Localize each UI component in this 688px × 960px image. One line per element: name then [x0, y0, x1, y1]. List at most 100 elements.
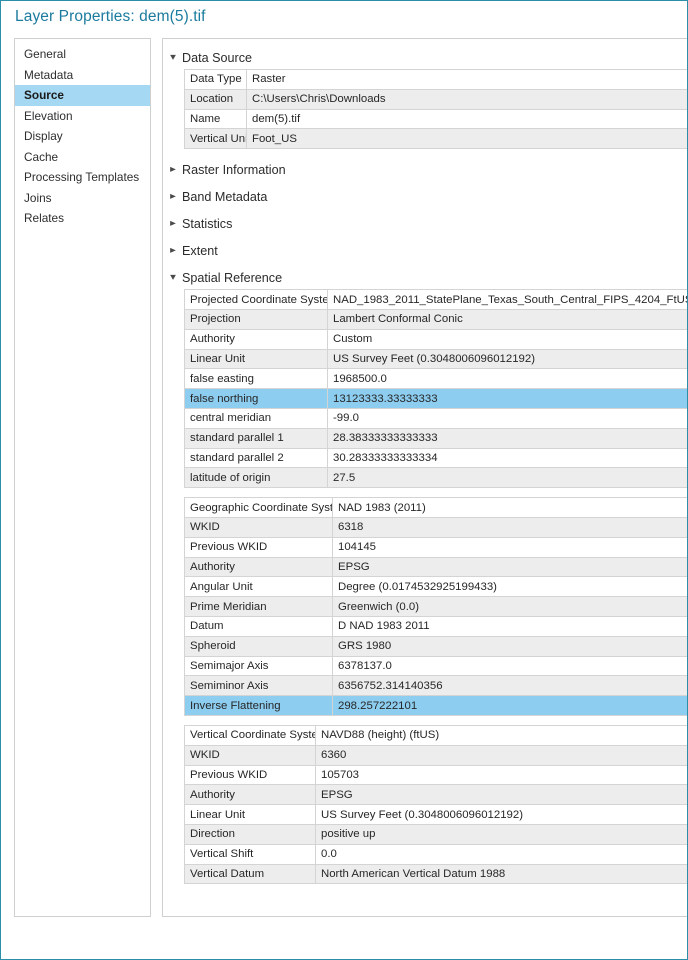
property-key: Vertical Shift — [184, 843, 316, 865]
section-header-raster-information[interactable]: ▸ Raster Information — [163, 159, 687, 180]
property-value: 30.28333333333334 — [327, 447, 687, 469]
sidebar-item-elevation[interactable]: Elevation — [15, 106, 150, 127]
table-row[interactable]: Spheroid GRS 1980 — [184, 635, 687, 657]
section-header-extent[interactable]: ▸ Extent — [163, 240, 687, 261]
property-key: WKID — [184, 516, 333, 538]
table-row[interactable]: Vertical Shift 0.0 — [184, 843, 687, 865]
table-row[interactable]: central meridian -99.0 — [184, 407, 687, 429]
property-key: Linear Unit — [184, 804, 316, 825]
sidebar-item-label: Source — [24, 88, 64, 102]
table-row[interactable]: Angular Unit Degree (0.0174532925199433) — [184, 576, 687, 598]
table-row[interactable]: Semiminor Axis 6356752.314140356 — [184, 675, 687, 697]
table-row[interactable]: WKID 6318 — [184, 516, 687, 538]
table-row[interactable]: Projection Lambert Conformal Conic — [184, 308, 687, 330]
sidebar-item-processing-templates[interactable]: Processing Templates — [15, 167, 150, 188]
property-key: Geographic Coordinate System — [184, 497, 333, 518]
section-title-band-metadata: Band Metadata — [182, 189, 268, 204]
property-key: Authority — [184, 328, 328, 350]
geographic-coordinate-system-table: Geographic Coordinate SystemNAD 1983 (20… — [184, 497, 687, 716]
property-key: Location — [184, 88, 247, 110]
chevron-right-icon[interactable]: ▸ — [165, 245, 181, 256]
sidebar-item-cache[interactable]: Cache — [15, 147, 150, 168]
table-row[interactable]: Linear Unit US Survey Feet (0.30480060960… — [184, 804, 687, 825]
property-key: standard parallel 2 — [184, 447, 328, 469]
property-key: Authority — [184, 556, 333, 578]
table-row[interactable]: Datum D NAD 1983 2011 — [184, 615, 687, 637]
property-value: NAD 1983 (2011) — [332, 497, 687, 518]
property-value: -99.0 — [327, 407, 687, 429]
table-row[interactable]: Name dem(5).tif — [184, 108, 687, 130]
property-value: 6378137.0 — [332, 655, 687, 677]
section-header-data-source[interactable]: ▾ Data Source — [163, 47, 687, 68]
property-key: Angular Unit — [184, 576, 333, 598]
sidebar-item-label: Cache — [24, 149, 59, 164]
table-row[interactable]: Vertical UnitsFoot_US — [184, 128, 687, 150]
table-row[interactable]: Geographic Coordinate SystemNAD 1983 (20… — [184, 497, 687, 518]
chevron-down-icon[interactable]: ▾ — [165, 272, 181, 283]
sidebar-item-source[interactable]: Source — [15, 85, 150, 106]
table-row[interactable]: Semimajor Axis 6378137.0 — [184, 655, 687, 677]
table-row[interactable]: Prime Meridian Greenwich (0.0) — [184, 596, 687, 617]
sidebar-nav: General Metadata Source Elevation Display Cac… — [14, 38, 151, 917]
table-row[interactable]: Projected Coordinate System NAD_1983_2011… — [184, 289, 687, 310]
property-key: WKID — [184, 744, 316, 766]
table-row[interactable]: Vertical Coordinate System NAVD88 (height… — [184, 724, 687, 746]
dialog-titlebar: Layer Properties: dem(5).tif — [1, 1, 687, 35]
table-row[interactable]: standard parallel 2 30.28333333333334 — [184, 447, 687, 469]
sidebar-item-general[interactable]: General — [15, 44, 150, 65]
property-key: Inverse Flattening — [184, 695, 333, 716]
table-row[interactable]: latitude of origin 27.5 — [184, 467, 687, 489]
section-header-spatial-reference[interactable]: ▾ Spatial Reference — [163, 267, 687, 288]
dialog-body: General Metadata Source Elevation Display Cac… — [1, 35, 687, 959]
sidebar-item-label: Processing Templates — [24, 170, 140, 184]
property-key: false northing — [184, 388, 328, 409]
section-title-statistics: Statistics — [182, 216, 233, 231]
property-value: dem(5).tif — [246, 108, 687, 130]
sidebar-item-label: Display — [24, 129, 63, 143]
chevron-right-icon[interactable]: ▸ — [165, 191, 181, 202]
table-row[interactable]: Data Type Raster — [184, 69, 687, 90]
table-row[interactable]: Authority Custom — [184, 328, 687, 350]
source-content-panel[interactable]: ▾ Data Source Data Type Raster Location C:\… — [162, 38, 687, 917]
sidebar-item-relates[interactable]: Relates — [15, 208, 150, 229]
property-value: 6356752.314140356 — [332, 675, 687, 697]
table-row[interactable]: Direction positive up — [184, 823, 687, 845]
table-row[interactable]: false easting 1968500.0 — [184, 368, 687, 390]
sidebar-item-label: Relates — [24, 211, 64, 225]
projected-coordinate-system-table: Projected Coordinate System NAD_1983_2011… — [184, 289, 687, 489]
table-row[interactable]: Inverse Flattening 298.257222101 — [184, 695, 687, 716]
table-row[interactable]: false northing 13123333.33333333 — [184, 388, 687, 409]
property-value: US Survey Feet (0.3048006096012192) — [327, 348, 687, 370]
property-value: 13123333.33333333 — [327, 388, 687, 409]
table-row[interactable]: Location C:\Users\Chris\Downloads — [184, 88, 687, 110]
table-row[interactable]: standard parallel 1 28.38333333333333 — [184, 427, 687, 449]
section-header-band-metadata[interactable]: ▸ Band Metadata — [163, 186, 687, 207]
table-row[interactable]: WKID 6360 — [184, 744, 687, 766]
chevron-right-icon[interactable]: ▸ — [165, 164, 181, 175]
table-row[interactable]: Previous WKID 104145 — [184, 536, 687, 558]
property-value: 6318 — [332, 516, 687, 538]
section-header-statistics[interactable]: ▸ Statistics — [163, 213, 687, 234]
table-row[interactable]: Authority EPSG — [184, 784, 687, 806]
table-row[interactable]: Previous WKID 105703 — [184, 764, 687, 786]
sidebar-item-metadata[interactable]: Metadata — [15, 65, 150, 86]
vertical-coordinate-system-table: Vertical Coordinate System NAVD88 (height… — [184, 724, 687, 885]
table-row[interactable]: Linear Unit US Survey Feet (0.30480060960… — [184, 348, 687, 370]
sidebar-item-label: Metadata — [24, 67, 74, 82]
table-row[interactable]: Authority EPSG — [184, 556, 687, 578]
sidebar-item-joins[interactable]: Joins — [15, 188, 150, 209]
chevron-right-icon[interactable]: ▸ — [165, 218, 181, 229]
property-key: Prime Meridian — [184, 596, 333, 617]
property-key: Vertical Datum — [184, 863, 316, 885]
sidebar-item-display[interactable]: Display — [15, 126, 150, 147]
chevron-down-icon[interactable]: ▾ — [165, 52, 181, 63]
property-value: Foot_US — [246, 128, 687, 150]
sidebar-item-label: Elevation — [24, 108, 73, 123]
table-row[interactable]: Vertical Datum North American Vertical Da… — [184, 863, 687, 885]
property-value: 6360 — [315, 744, 687, 766]
property-key: false easting — [184, 368, 328, 390]
property-key: Projection — [184, 308, 328, 330]
property-key: Direction — [184, 823, 316, 845]
section-title-data-source: Data Source — [182, 50, 253, 65]
property-key: Semiminor Axis — [184, 675, 333, 697]
